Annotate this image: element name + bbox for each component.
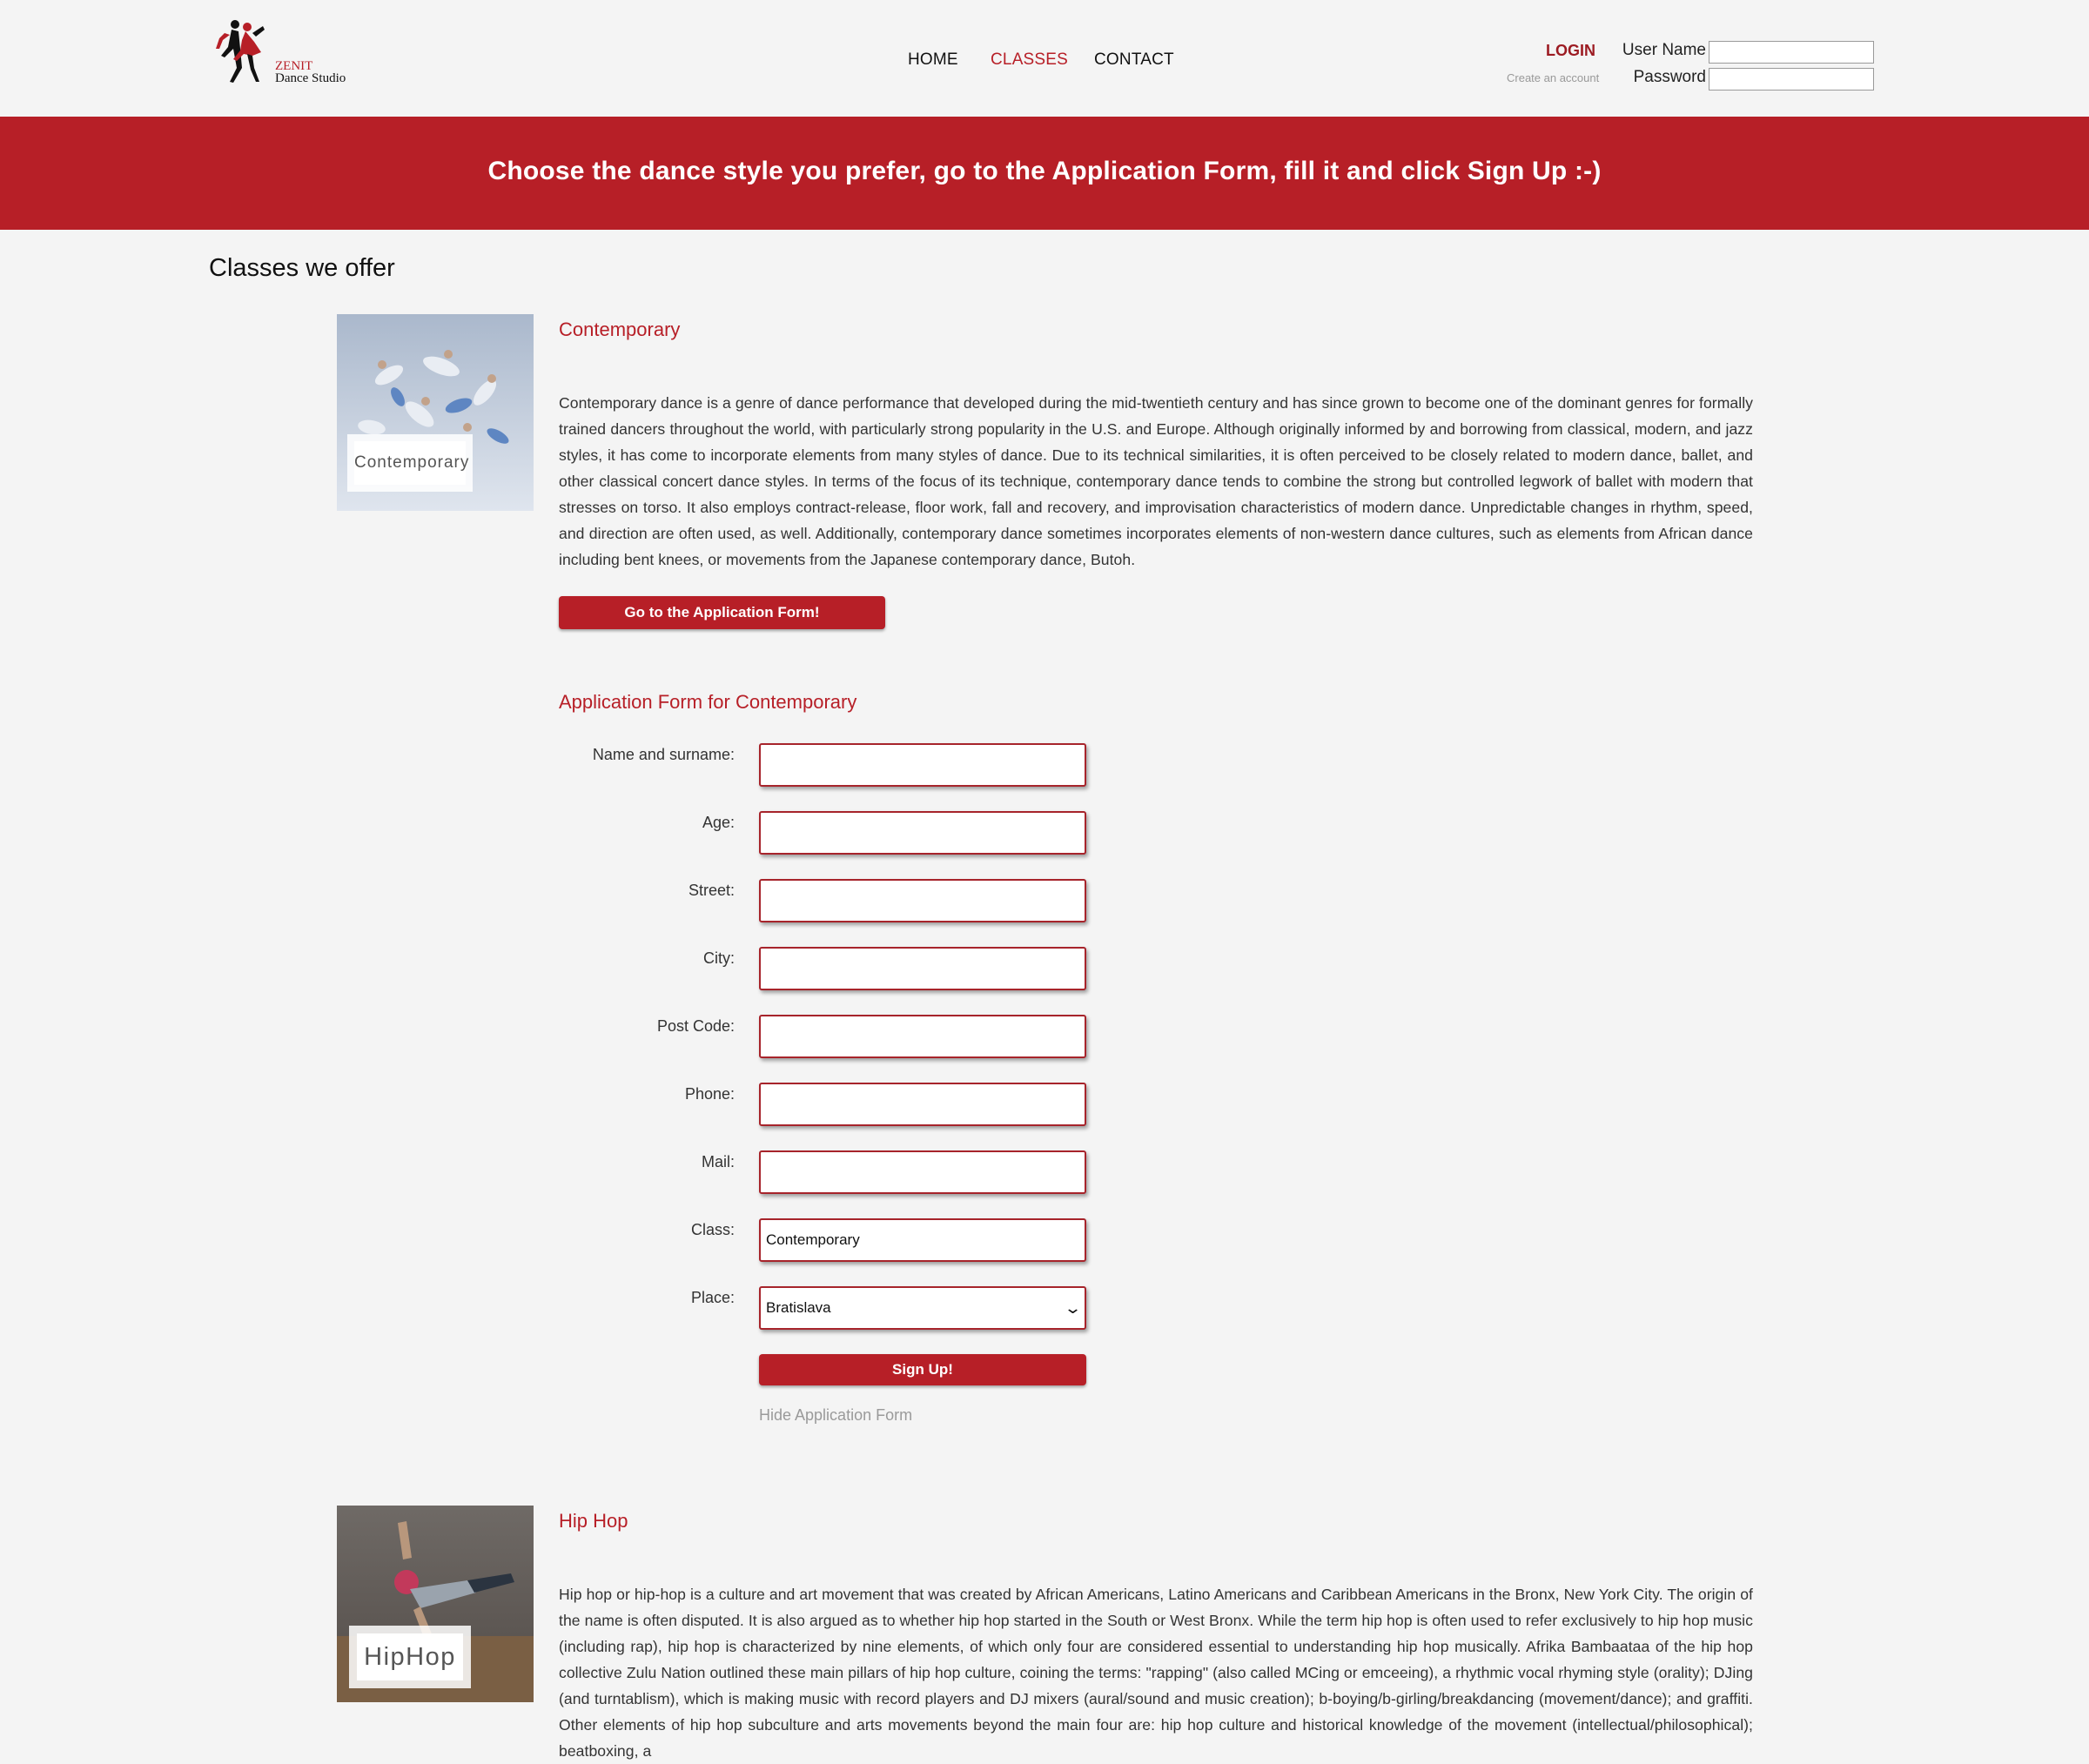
thumb-label: Contemporary: [347, 434, 473, 492]
class-title-contemporary: Contemporary: [559, 319, 681, 340]
hiphop-image: HipHop: [337, 1506, 534, 1702]
name-label: Name and surname:: [592, 746, 735, 763]
thumb-label-text: Contemporary: [354, 441, 468, 485]
mail-label: Mail:: [701, 1153, 735, 1170]
street-label: Street:: [688, 882, 735, 899]
city-input[interactable]: [759, 947, 1086, 990]
age-label: Age:: [702, 814, 735, 831]
age-input[interactable]: [759, 811, 1086, 855]
password-input[interactable]: [1709, 68, 1874, 91]
name-input[interactable]: [759, 743, 1086, 787]
class-description-contemporary: Contemporary dance is a genre of dance p…: [559, 394, 1753, 568]
postcode-label: Post Code:: [656, 1017, 735, 1035]
go-to-application-form-button[interactable]: Go to the Application Form!: [559, 596, 885, 629]
street-input[interactable]: [759, 879, 1086, 922]
thumb-label-text: HipHop: [357, 1633, 463, 1680]
application-form-title: Application Form for Contemporary: [559, 691, 857, 713]
place-label: Place:: [690, 1289, 735, 1306]
class-title-hiphop: Hip Hop: [559, 1510, 628, 1532]
logo-subtitle: Dance Studio: [275, 71, 346, 85]
sign-up-button[interactable]: Sign Up!: [759, 1354, 1086, 1385]
section-title: Classes we offer: [209, 254, 395, 282]
username-input[interactable]: [1709, 41, 1874, 64]
phone-label: Phone:: [684, 1085, 735, 1103]
city-label: City:: [703, 949, 735, 967]
mail-input[interactable]: [759, 1150, 1086, 1194]
site-header: ZENIT Dance Studio HOME CLASSES CONTACT …: [0, 0, 2089, 117]
contemporary-image: Contemporary: [337, 314, 534, 511]
nav-home[interactable]: HOME: [908, 50, 958, 70]
chevron-down-icon: ⌄: [1063, 1298, 1083, 1317]
username-label: User Name: [1622, 41, 1706, 59]
class-label: Class:: [690, 1221, 735, 1238]
place-selected-value: Bratislava: [766, 1299, 831, 1316]
place-select[interactable]: Bratislava ⌄: [759, 1286, 1086, 1330]
login-heading: LOGIN: [1546, 42, 1595, 59]
postcode-input[interactable]: [759, 1015, 1086, 1058]
banner-text: Choose the dance style you prefer, go to…: [487, 157, 1602, 185]
password-label: Password: [1633, 68, 1706, 86]
hide-application-form-link[interactable]: Hide Application Form: [759, 1406, 912, 1425]
phone-input[interactable]: [759, 1083, 1086, 1126]
thumb-label: HipHop: [349, 1626, 471, 1688]
class-description-hiphop: Hip hop or hip-hop is a culture and art …: [559, 1586, 1753, 1760]
info-banner: Choose the dance style you prefer, go to…: [0, 117, 2089, 230]
class-input[interactable]: [759, 1218, 1086, 1262]
nav-classes[interactable]: CLASSES: [991, 50, 1068, 70]
create-account-link[interactable]: Create an account: [1507, 71, 1599, 84]
nav-contact[interactable]: CONTACT: [1094, 50, 1174, 70]
